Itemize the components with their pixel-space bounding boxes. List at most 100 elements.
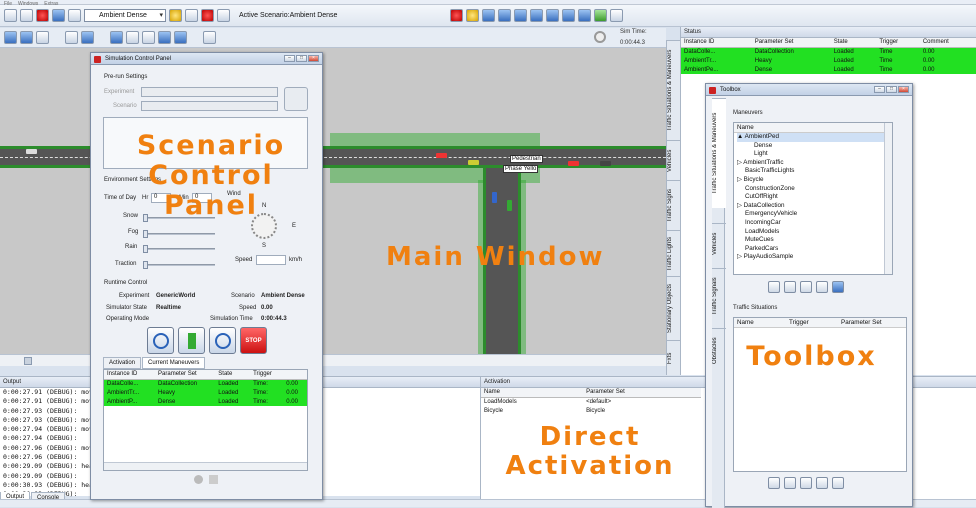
center-icon[interactable] [174,31,187,44]
scp-titlebar[interactable]: Simulation Control Panel – □ × [91,53,322,65]
tree-item-basictrafficlights[interactable]: BasicTrafficLights [737,167,892,176]
table-row[interactable]: AmbientP... Dense Loaded Time: 0.00 [104,397,307,406]
pan-icon[interactable] [158,31,171,44]
list-scrollbar[interactable] [884,123,892,274]
step-mode-button[interactable] [178,327,205,354]
close-button[interactable]: × [308,55,319,62]
view-1-icon[interactable] [482,9,496,22]
list-scrollbar[interactable] [104,462,307,470]
tab-stationary-objects[interactable]: Stationary Objects [667,276,681,340]
column-header[interactable]: Parameter Set [841,319,882,326]
fit-icon[interactable] [110,31,123,44]
fog-slider[interactable] [143,230,215,238]
tab-vehicles[interactable]: Vehicles [712,223,726,263]
name-column-header[interactable]: Name [734,123,892,133]
zoom-in-icon[interactable] [126,31,139,44]
tree-item-dense[interactable]: Dense [737,142,892,151]
experiment-select[interactable] [141,87,278,97]
tree-item-playaudiosample[interactable]: ▷ PlayAudioSample [737,253,892,262]
tree-item-ambientped[interactable]: ▲ AmbientPed [737,133,892,142]
tab-traffic-signs[interactable]: Traffic Signs [667,180,681,230]
column-header[interactable]: Name [481,388,584,398]
stop-icon[interactable] [450,9,464,22]
table-row[interactable]: DataColle... DataCollection Loaded Time … [681,47,976,56]
list-icon[interactable] [81,31,94,44]
column-header[interactable]: Parameter Set [155,370,216,380]
close-button[interactable]: × [898,86,909,93]
table-row[interactable]: AmbientTr... Heavy Loaded Time: 0.00 [104,388,307,397]
table-row[interactable]: LoadModels <default> [481,397,701,406]
save-icon[interactable] [52,9,65,22]
tab-fxts[interactable]: Fxts [667,340,681,375]
delete-situation-icon[interactable] [816,477,828,489]
activate-maneuver-icon[interactable] [832,281,844,293]
delete-icon[interactable] [201,9,214,22]
realtime-mode-button[interactable] [147,327,174,354]
wind-speed-input[interactable] [256,255,286,265]
view-4-icon[interactable] [530,9,544,22]
stop-button[interactable]: STOP [240,327,267,354]
remove-icon[interactable] [209,475,218,484]
load-scenario-button[interactable] [284,87,308,111]
tab-current-maneuvers[interactable]: Current Maneuvers [142,357,206,369]
tree-item-parkedcars[interactable]: ParkedCars [737,245,892,254]
table-row[interactable]: DataColle... DataCollection Loaded Time:… [104,379,307,388]
table-row[interactable]: AmbientTr... Heavy Loaded Time 0.00 [681,56,976,65]
rain-slider[interactable] [143,245,215,253]
column-header[interactable]: Trigger [789,319,841,326]
tab-traffic-lights[interactable]: Traffic Lights [667,230,681,276]
column-header[interactable]: Trigger [250,370,284,380]
tab-obstacles[interactable]: Obstacles [712,328,726,373]
tree-item-emergencyvehicle[interactable]: EmergencyVehicle [737,210,892,219]
fast-mode-button[interactable] [209,327,236,354]
copy-maneuver-icon[interactable] [800,281,812,293]
view-6-icon[interactable] [562,9,576,22]
delete-maneuver-icon[interactable] [816,281,828,293]
document-icon[interactable] [610,9,624,22]
properties-icon[interactable] [217,9,230,22]
activate-situation-icon[interactable] [832,477,844,489]
edit-situation-icon[interactable] [784,477,796,489]
column-header[interactable]: Parameter Set [751,38,831,48]
column-header[interactable]: State [830,38,877,48]
edit-maneuver-icon[interactable] [784,281,796,293]
column-header[interactable]: State [215,370,251,380]
view-2-icon[interactable] [498,9,512,22]
tree-item-constructionzone[interactable]: ConstructionZone [737,185,892,194]
traction-slider[interactable] [143,261,215,269]
scenario-select[interactable]: Ambient Dense [84,9,166,22]
tree-item-datacollection[interactable]: ▷ DataCollection [737,202,892,211]
tree-item-mutecues[interactable]: MuteCues [737,236,892,245]
maximize-button[interactable]: □ [886,86,897,93]
edit-icon[interactable] [169,9,182,22]
tab-traffic-signals[interactable]: Traffic Signals [712,268,726,323]
view-5-icon[interactable] [546,9,560,22]
refresh-icon[interactable] [594,9,608,22]
scrollbar-thumb[interactable] [24,357,32,365]
zoom-out-icon[interactable] [142,31,155,44]
column-header[interactable]: Trigger [876,38,920,48]
map-icon[interactable] [20,31,33,44]
toolbox-titlebar[interactable]: Toolbox – □ × [706,84,912,96]
hand-icon[interactable] [466,9,480,22]
tree-item-ambienttraffic[interactable]: ▷ AmbientTraffic [737,159,892,168]
minimize-button[interactable]: – [284,55,295,62]
new-icon[interactable] [4,9,17,22]
column-header[interactable]: Instance ID [104,370,156,380]
minimize-button[interactable]: – [874,86,885,93]
layers-icon[interactable] [36,31,49,44]
copy-icon[interactable] [185,9,198,22]
tab-traffic-situations[interactable]: Traffic Situations & Maneuvers [667,40,681,140]
tree-item-incomingcar[interactable]: IncomingCar [737,219,892,228]
add-maneuver-icon[interactable] [768,281,780,293]
column-header[interactable]: Instance ID [681,38,752,48]
copy-situation-icon[interactable] [800,477,812,489]
column-header[interactable]: Name [737,319,789,326]
table-row[interactable]: Bicycle Bicycle [481,406,701,415]
add-situation-icon[interactable] [768,477,780,489]
tree-item-cutoffright[interactable]: CutOffRight [737,193,892,202]
settings-icon[interactable] [68,9,81,22]
tab-vehicles[interactable]: Vehicles [667,140,681,180]
scenario-select[interactable] [141,101,278,111]
view-3-icon[interactable] [514,9,528,22]
